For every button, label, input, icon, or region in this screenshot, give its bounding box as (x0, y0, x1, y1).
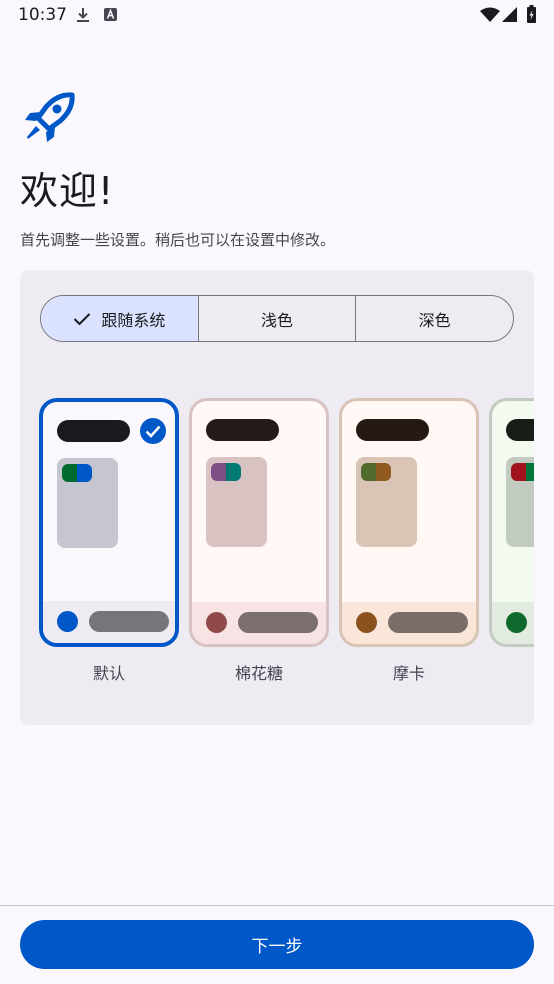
preview-widget (57, 458, 118, 548)
theme-settings-card: 跟随系统 浅色 深色 默认 棉花糖 摩卡 (20, 270, 534, 725)
theme-preview (39, 398, 179, 647)
preview-bottom-bar (342, 602, 476, 644)
preview-widget (356, 457, 417, 547)
preview-top-bar (506, 419, 534, 441)
preview-color-swatch (361, 463, 391, 481)
preview-accent-dot (506, 612, 527, 633)
preview-bottom-bar (192, 602, 326, 644)
mode-light-label: 浅色 (261, 310, 294, 330)
theme-carousel[interactable]: 默认 棉花糖 摩卡 (39, 398, 534, 688)
page-subtitle: 首先调整一些设置。稍后也可以在设置中修改。 (20, 231, 336, 249)
wifi-icon (480, 7, 500, 22)
theme-preview (489, 398, 534, 647)
preview-color-swatch (62, 464, 92, 482)
theme-preview (339, 398, 479, 647)
preview-color-swatch (211, 463, 241, 481)
theme-label-mocha: 摩卡 (392, 664, 425, 683)
preview-bottom-bar (43, 601, 175, 643)
mode-follow-system-label: 跟随系统 (101, 310, 166, 330)
mode-dark-button[interactable]: 深色 (355, 296, 513, 341)
preview-widget (506, 457, 534, 547)
battery-icon (527, 5, 536, 23)
next-button[interactable]: 下一步 (20, 920, 534, 969)
mode-follow-system-button[interactable]: 跟随系统 (41, 296, 198, 341)
preview-top-bar (206, 419, 279, 441)
footer-divider (0, 905, 554, 906)
preview-widget (206, 457, 267, 547)
preview-top-bar (356, 419, 429, 441)
page-title: 欢迎! (20, 169, 115, 213)
theme-label-marshmallow: 棉花糖 (234, 664, 283, 683)
selected-check-icon (140, 418, 166, 444)
next-button-label: 下一步 (251, 937, 303, 957)
status-time: 10:37 (18, 5, 67, 25)
rocket-icon (25, 92, 75, 142)
preview-top-bar (57, 420, 130, 442)
preview-bottom-pill (89, 611, 169, 632)
preview-bottom-pill (388, 612, 468, 633)
mode-light-button[interactable]: 浅色 (197, 296, 356, 341)
preview-accent-dot (206, 612, 227, 633)
font-notification-icon (104, 8, 117, 21)
check-icon (73, 312, 91, 326)
signal-icon (502, 7, 517, 22)
mode-dark-label: 深色 (418, 310, 451, 330)
preview-bottom-pill (238, 612, 318, 633)
preview-accent-dot (356, 612, 377, 633)
preview-accent-dot (57, 611, 78, 632)
preview-bottom-bar (492, 602, 534, 644)
theme-preview (189, 398, 329, 647)
theme-label-default: 默认 (92, 664, 125, 683)
preview-color-swatch (511, 463, 534, 481)
download-icon (77, 8, 89, 22)
status-bar: 10:37 (0, 0, 554, 30)
mode-segmented-control: 跟随系统 浅色 深色 (40, 295, 514, 342)
